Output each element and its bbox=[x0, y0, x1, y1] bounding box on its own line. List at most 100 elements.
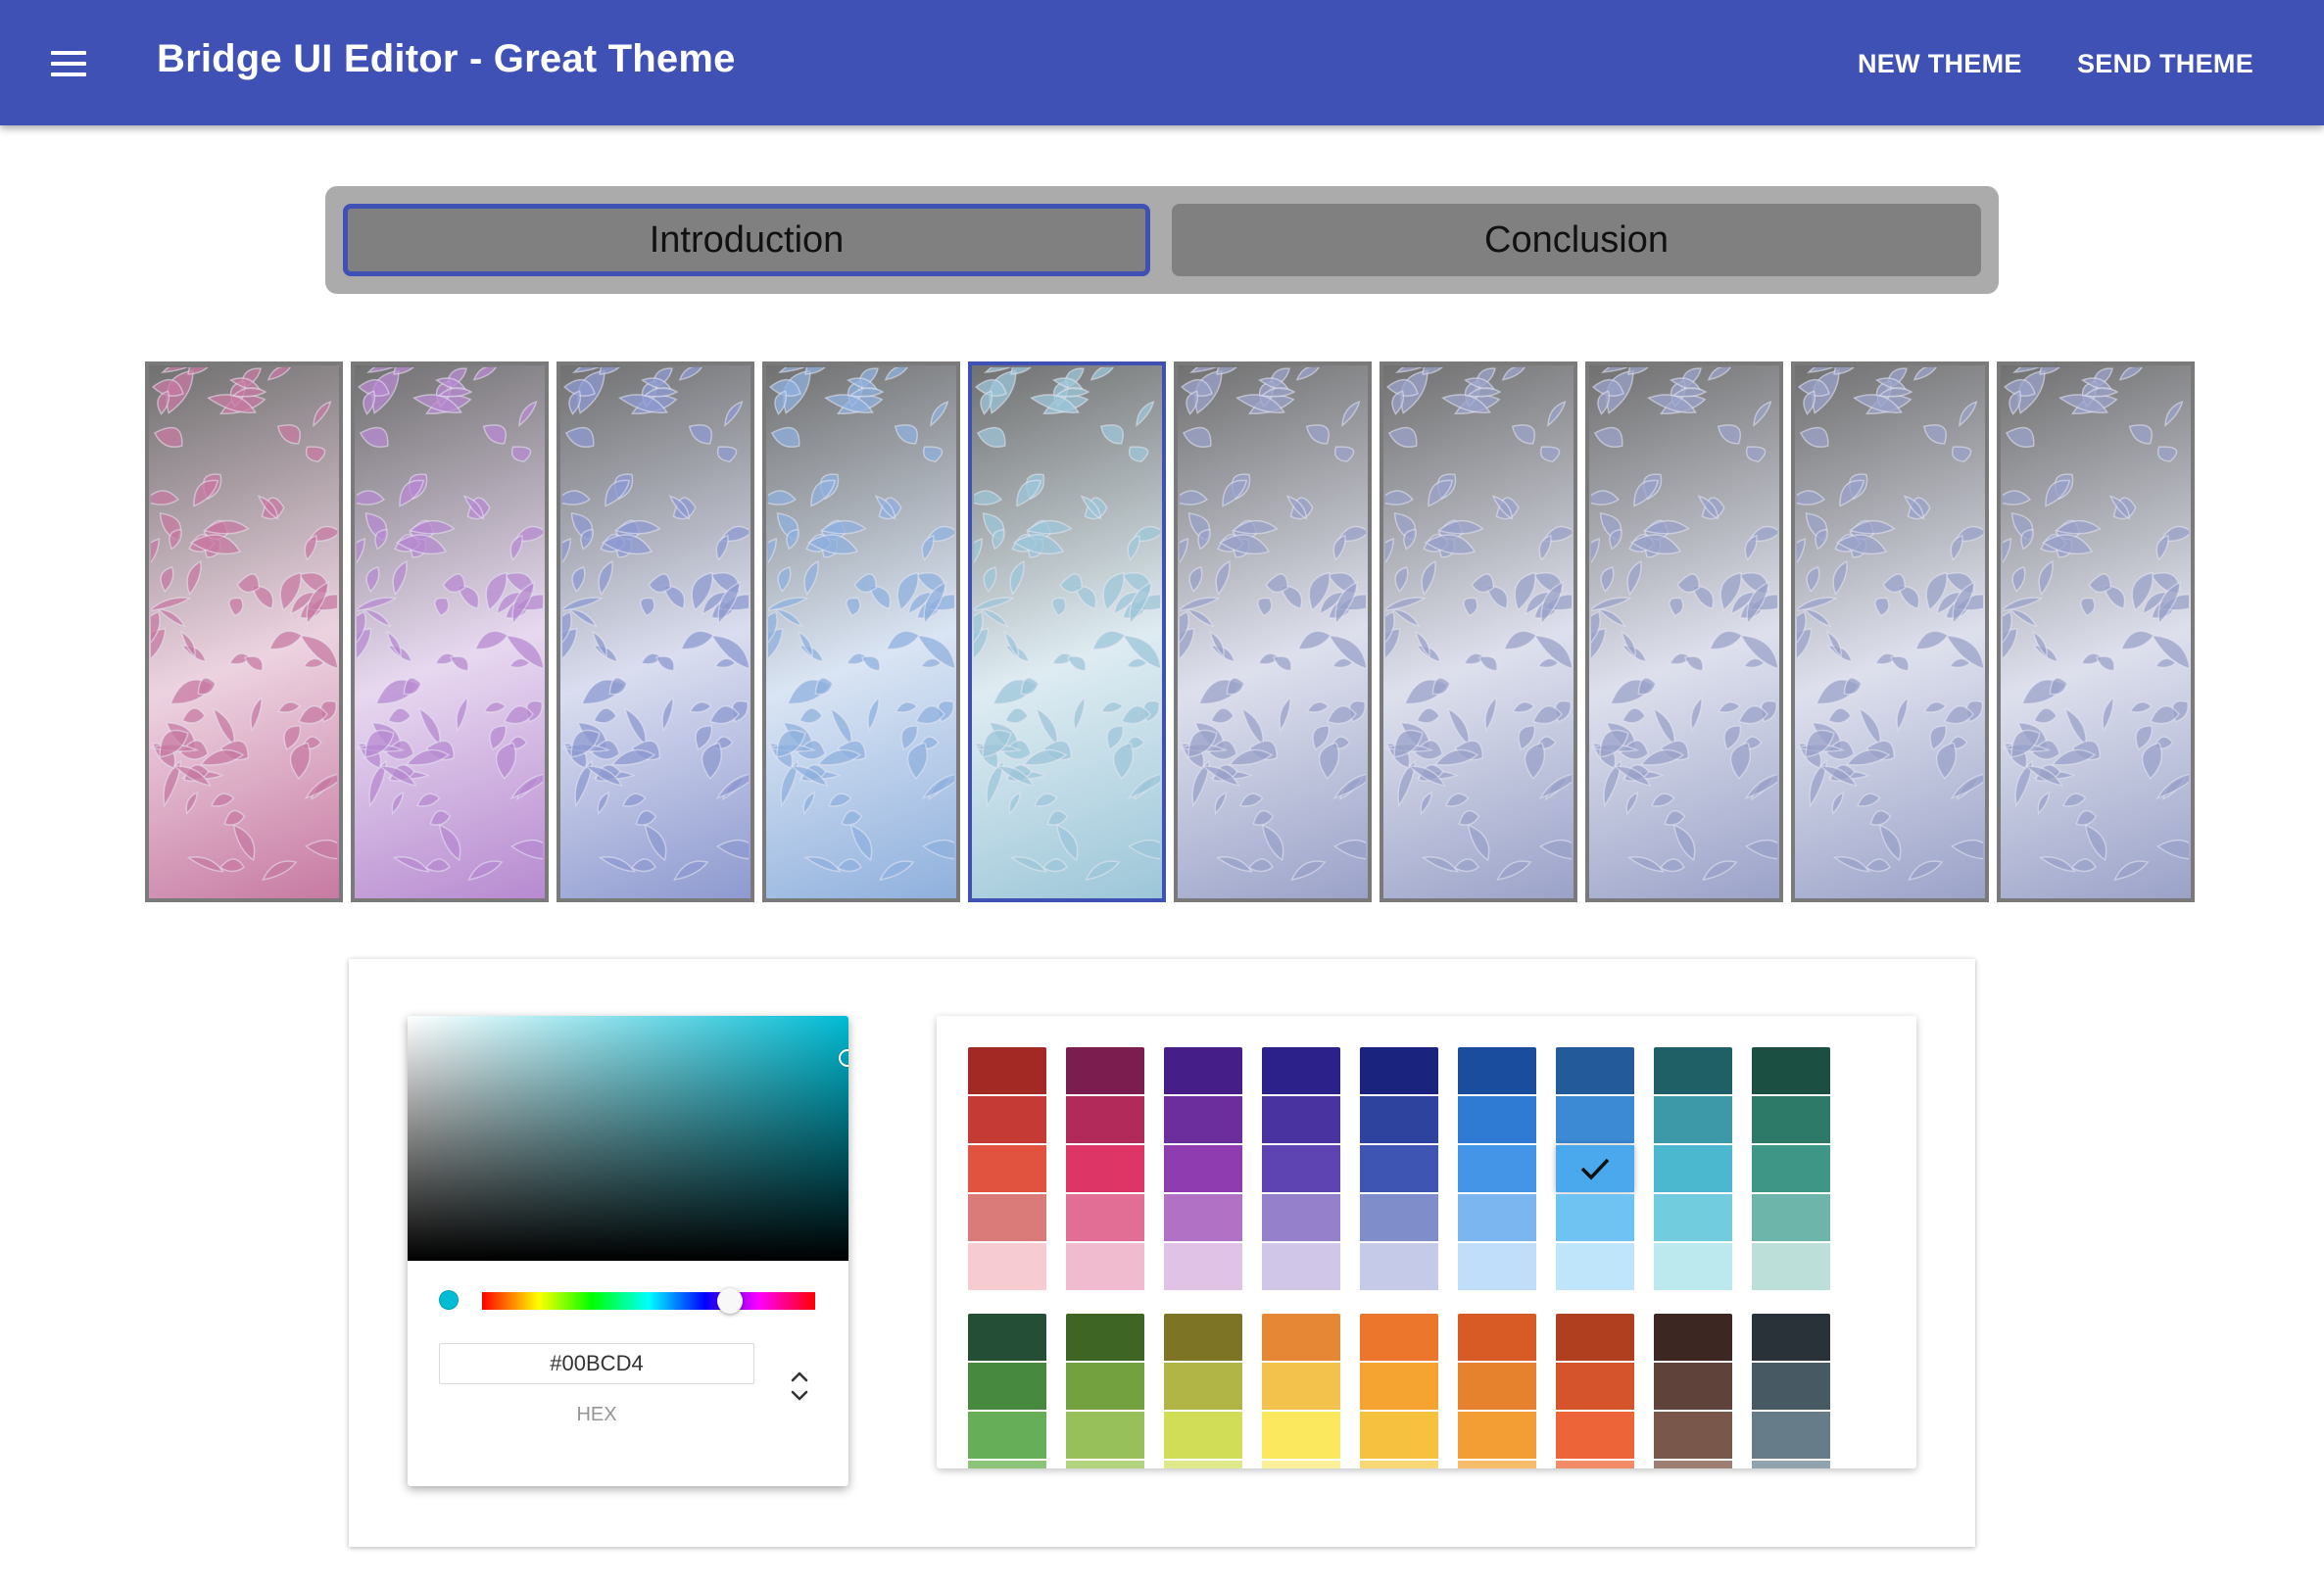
color-swatch[interactable] bbox=[1556, 1194, 1634, 1241]
color-swatch[interactable] bbox=[1556, 1047, 1634, 1094]
color-swatch[interactable] bbox=[1262, 1096, 1340, 1143]
color-swatch[interactable] bbox=[1458, 1047, 1536, 1094]
color-swatch[interactable] bbox=[1752, 1096, 1830, 1143]
color-swatch[interactable] bbox=[1360, 1047, 1438, 1094]
hamburger-menu-icon[interactable] bbox=[51, 51, 90, 76]
hue-slider-thumb[interactable] bbox=[717, 1288, 743, 1314]
color-swatch[interactable] bbox=[968, 1243, 1046, 1290]
color-swatch[interactable] bbox=[1066, 1047, 1144, 1094]
color-swatch[interactable] bbox=[1066, 1194, 1144, 1241]
color-swatch[interactable] bbox=[1164, 1145, 1242, 1192]
color-swatch[interactable] bbox=[1752, 1243, 1830, 1290]
color-swatch[interactable] bbox=[968, 1314, 1046, 1361]
send-theme-button[interactable]: SEND THEME bbox=[2077, 49, 2253, 79]
new-theme-button[interactable]: NEW THEME bbox=[1858, 49, 2022, 79]
color-swatch[interactable] bbox=[1262, 1194, 1340, 1241]
tab-conclusion[interactable]: Conclusion bbox=[1172, 204, 1981, 276]
color-swatch[interactable] bbox=[1458, 1461, 1536, 1468]
theme-panel[interactable] bbox=[1997, 361, 2195, 902]
color-swatch[interactable] bbox=[1458, 1363, 1536, 1410]
color-swatch[interactable] bbox=[1654, 1145, 1732, 1192]
color-swatch[interactable] bbox=[1458, 1194, 1536, 1241]
color-swatch[interactable] bbox=[1262, 1243, 1340, 1290]
color-swatch[interactable] bbox=[1458, 1412, 1536, 1459]
color-swatch[interactable] bbox=[1262, 1412, 1340, 1459]
color-swatch[interactable] bbox=[1654, 1363, 1732, 1410]
hex-input[interactable] bbox=[439, 1343, 754, 1384]
theme-panel[interactable] bbox=[1791, 361, 1989, 902]
color-swatch[interactable] bbox=[1654, 1047, 1732, 1094]
color-swatch[interactable] bbox=[1164, 1243, 1242, 1290]
color-swatch[interactable] bbox=[1458, 1243, 1536, 1290]
theme-panel[interactable] bbox=[1380, 361, 1577, 902]
color-swatch[interactable] bbox=[968, 1363, 1046, 1410]
color-swatch[interactable] bbox=[1066, 1363, 1144, 1410]
theme-panel[interactable] bbox=[968, 361, 1166, 902]
tab-introduction[interactable]: Introduction bbox=[343, 204, 1150, 276]
color-swatch[interactable] bbox=[1752, 1314, 1830, 1361]
color-swatch[interactable] bbox=[1360, 1412, 1438, 1459]
color-swatch[interactable] bbox=[1066, 1096, 1144, 1143]
color-swatch[interactable] bbox=[1458, 1096, 1536, 1143]
color-swatch[interactable] bbox=[1556, 1412, 1634, 1459]
color-swatch[interactable] bbox=[1262, 1461, 1340, 1468]
color-swatch[interactable] bbox=[1164, 1363, 1242, 1410]
color-swatch[interactable] bbox=[968, 1461, 1046, 1468]
color-swatch[interactable] bbox=[1360, 1243, 1438, 1290]
color-swatch[interactable] bbox=[1752, 1194, 1830, 1241]
color-swatch[interactable] bbox=[1556, 1243, 1634, 1290]
color-swatch[interactable] bbox=[1458, 1314, 1536, 1361]
color-swatch[interactable] bbox=[1556, 1314, 1634, 1361]
color-swatch[interactable] bbox=[1360, 1145, 1438, 1192]
color-swatch[interactable] bbox=[1556, 1363, 1634, 1410]
color-swatch[interactable] bbox=[1752, 1145, 1830, 1192]
color-swatch[interactable] bbox=[1164, 1096, 1242, 1143]
color-swatch[interactable] bbox=[1360, 1314, 1438, 1361]
format-toggle-icon[interactable] bbox=[788, 1367, 811, 1406]
color-swatch[interactable] bbox=[1164, 1047, 1242, 1094]
color-swatch[interactable] bbox=[1752, 1461, 1830, 1468]
theme-panel[interactable] bbox=[351, 361, 549, 902]
color-swatch[interactable] bbox=[968, 1412, 1046, 1459]
color-swatch[interactable] bbox=[1654, 1412, 1732, 1459]
theme-panel[interactable] bbox=[762, 361, 960, 902]
color-swatch[interactable] bbox=[1556, 1461, 1634, 1468]
color-swatch[interactable] bbox=[1360, 1363, 1438, 1410]
color-swatch[interactable] bbox=[1164, 1194, 1242, 1241]
color-swatch[interactable] bbox=[1066, 1412, 1144, 1459]
saturation-pointer[interactable] bbox=[839, 1049, 848, 1067]
color-swatch[interactable] bbox=[968, 1145, 1046, 1192]
color-swatch[interactable] bbox=[1752, 1412, 1830, 1459]
color-swatch[interactable] bbox=[1458, 1145, 1536, 1192]
color-swatch[interactable] bbox=[1556, 1096, 1634, 1143]
color-swatch[interactable] bbox=[968, 1096, 1046, 1143]
theme-panel[interactable] bbox=[1585, 361, 1783, 902]
theme-panel[interactable] bbox=[145, 361, 343, 902]
hue-slider[interactable] bbox=[482, 1288, 815, 1314]
color-swatch[interactable] bbox=[1360, 1461, 1438, 1468]
color-swatch[interactable] bbox=[1654, 1243, 1732, 1290]
color-swatch[interactable] bbox=[1654, 1096, 1732, 1143]
color-swatch[interactable] bbox=[968, 1047, 1046, 1094]
color-swatch[interactable] bbox=[1066, 1145, 1144, 1192]
color-swatch[interactable] bbox=[1164, 1412, 1242, 1459]
color-swatch[interactable] bbox=[1654, 1194, 1732, 1241]
color-swatch[interactable] bbox=[1556, 1145, 1634, 1192]
color-swatch[interactable] bbox=[1262, 1363, 1340, 1410]
color-swatch[interactable] bbox=[1654, 1461, 1732, 1468]
color-swatch[interactable] bbox=[1164, 1314, 1242, 1361]
color-swatch[interactable] bbox=[1164, 1461, 1242, 1468]
color-swatch[interactable] bbox=[1752, 1363, 1830, 1410]
color-swatch[interactable] bbox=[1066, 1461, 1144, 1468]
theme-panel[interactable] bbox=[557, 361, 754, 902]
color-swatch[interactable] bbox=[1752, 1047, 1830, 1094]
color-swatch[interactable] bbox=[1262, 1145, 1340, 1192]
color-swatch[interactable] bbox=[1654, 1314, 1732, 1361]
color-swatch[interactable] bbox=[1066, 1243, 1144, 1290]
saturation-area[interactable] bbox=[408, 1016, 848, 1261]
color-swatch[interactable] bbox=[1262, 1314, 1340, 1361]
color-swatch[interactable] bbox=[1262, 1047, 1340, 1094]
theme-panel[interactable] bbox=[1174, 361, 1372, 902]
color-swatch[interactable] bbox=[968, 1194, 1046, 1241]
color-swatch[interactable] bbox=[1360, 1194, 1438, 1241]
